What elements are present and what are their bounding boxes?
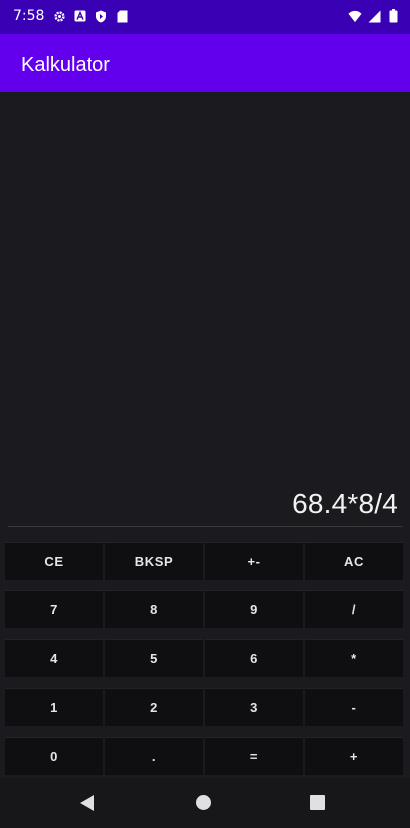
display-area: 68.4*8/4 bbox=[0, 92, 410, 542]
status-icons-left bbox=[52, 9, 129, 23]
app-title: Kalkulator bbox=[21, 54, 110, 76]
equals-button[interactable]: = bbox=[205, 737, 303, 775]
digit-5-button[interactable]: 5 bbox=[105, 639, 203, 677]
expression-display: 68.4*8/4 bbox=[292, 488, 398, 519]
subtract-button[interactable]: - bbox=[305, 688, 403, 726]
key-row: 7 8 9 / bbox=[5, 590, 405, 628]
digit-7-button[interactable]: 7 bbox=[5, 590, 103, 628]
sd-card-icon bbox=[115, 9, 129, 23]
digit-1-button[interactable]: 1 bbox=[5, 688, 103, 726]
backspace-button[interactable]: BKSP bbox=[105, 542, 203, 580]
key-row: 1 2 3 - bbox=[5, 688, 405, 726]
digit-3-button[interactable]: 3 bbox=[205, 688, 303, 726]
digit-0-button[interactable]: 0 bbox=[5, 737, 103, 775]
shield-icon bbox=[94, 9, 108, 23]
display-divider bbox=[8, 526, 402, 527]
key-row: 0 . = + bbox=[5, 737, 405, 775]
navigation-bar bbox=[0, 778, 410, 828]
multiply-button[interactable]: * bbox=[305, 639, 403, 677]
home-icon[interactable] bbox=[195, 794, 212, 816]
key-row: CE BKSP +- AC bbox=[5, 542, 405, 580]
recents-icon[interactable] bbox=[310, 795, 325, 815]
gear-icon bbox=[52, 9, 66, 23]
key-row: 4 5 6 * bbox=[5, 639, 405, 677]
sign-toggle-button[interactable]: +- bbox=[205, 542, 303, 580]
status-time: 7:58 bbox=[13, 8, 45, 24]
signal-icon bbox=[367, 9, 381, 23]
digit-9-button[interactable]: 9 bbox=[205, 590, 303, 628]
add-button[interactable]: + bbox=[305, 737, 403, 775]
back-icon[interactable] bbox=[79, 794, 95, 817]
digit-2-button[interactable]: 2 bbox=[105, 688, 203, 726]
all-clear-button[interactable]: AC bbox=[305, 542, 403, 580]
status-icons-right bbox=[348, 9, 400, 23]
divide-button[interactable]: / bbox=[305, 590, 403, 628]
status-bar: 7:58 bbox=[0, 0, 410, 34]
ce-button[interactable]: CE bbox=[5, 542, 103, 580]
decimal-button[interactable]: . bbox=[105, 737, 203, 775]
digit-4-button[interactable]: 4 bbox=[5, 639, 103, 677]
app-bar: Kalkulator bbox=[0, 34, 410, 92]
battery-icon bbox=[386, 9, 400, 23]
keypad: CE BKSP +- AC 7 8 9 / 4 5 6 * 1 2 3 - 0 … bbox=[0, 542, 410, 778]
wifi-icon bbox=[348, 9, 362, 23]
digit-8-button[interactable]: 8 bbox=[105, 590, 203, 628]
digit-6-button[interactable]: 6 bbox=[205, 639, 303, 677]
font-icon bbox=[73, 9, 87, 23]
